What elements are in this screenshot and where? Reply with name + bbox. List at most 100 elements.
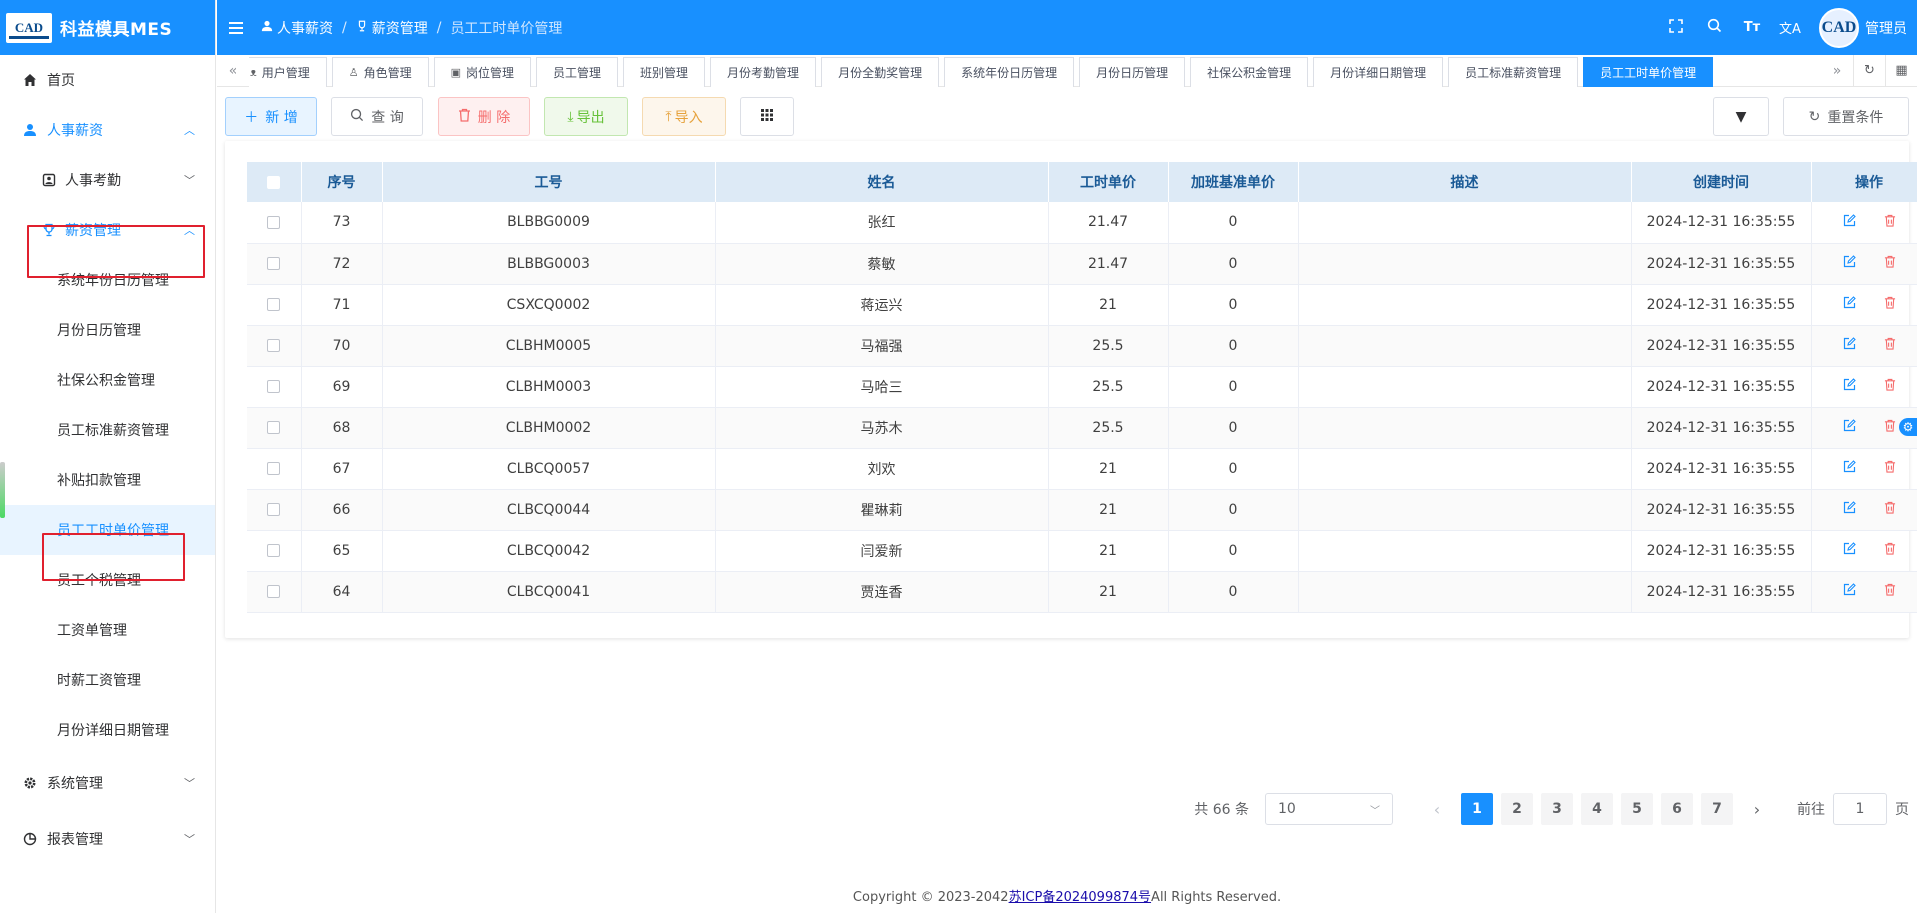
- column-header[interactable]: 序号: [301, 162, 383, 202]
- column-header[interactable]: 工时单价: [1048, 162, 1169, 202]
- sidebar-item-hr-payroll[interactable]: 人事薪资 ︿: [0, 105, 215, 155]
- trash-icon[interactable]: [1884, 460, 1896, 477]
- edit-icon[interactable]: [1843, 378, 1856, 395]
- table-row[interactable]: 71 CSXCQ0002 蒋运兴 21 0 2024-12-31 16:35:55: [247, 284, 1917, 326]
- edit-icon[interactable]: [1843, 255, 1856, 272]
- page-number[interactable]: 3: [1541, 793, 1573, 825]
- edit-icon[interactable]: [1843, 419, 1856, 436]
- edit-icon[interactable]: [1843, 296, 1856, 313]
- next-page-icon[interactable]: ›: [1742, 800, 1772, 819]
- column-header[interactable]: 描述: [1298, 162, 1632, 202]
- sidebar-item-standard-salary[interactable]: 员工标准薪资管理: [0, 405, 215, 455]
- settings-gear-icon[interactable]: ⚙: [1899, 418, 1917, 436]
- sidebar-item-hr-attendance[interactable]: 人事考勤 ﹀: [0, 155, 215, 205]
- tab-employee-management[interactable]: 员工管理: [536, 56, 619, 87]
- edit-icon[interactable]: [1843, 337, 1856, 354]
- trash-icon[interactable]: [1884, 419, 1896, 436]
- sidebar-item-reports[interactable]: 报表管理 ﹀: [0, 811, 215, 867]
- trash-icon[interactable]: [1884, 583, 1896, 600]
- trash-icon[interactable]: [1884, 542, 1896, 559]
- user-name[interactable]: 管理员: [1865, 18, 1907, 38]
- tab-shift-management[interactable]: 班别管理: [623, 56, 706, 87]
- sidebar-item-payslip[interactable]: 工资单管理: [0, 605, 215, 655]
- grid-menu-icon[interactable]: ▦: [1885, 55, 1917, 86]
- sidebar-item-home[interactable]: 首页: [0, 55, 215, 105]
- page-number[interactable]: 2: [1501, 793, 1533, 825]
- edit-icon[interactable]: [1843, 460, 1856, 477]
- row-checkbox[interactable]: [247, 202, 302, 244]
- search-icon[interactable]: [1695, 18, 1733, 37]
- row-checkbox[interactable]: [247, 407, 302, 449]
- row-checkbox[interactable]: [247, 530, 302, 572]
- refresh-icon[interactable]: ↻: [1853, 55, 1885, 86]
- fullscreen-icon[interactable]: [1657, 18, 1695, 37]
- page-number[interactable]: 4: [1581, 793, 1613, 825]
- tab-monthly-full-attendance[interactable]: 月份全勤奖管理: [821, 56, 940, 87]
- tab-role-management[interactable]: ♙ 角色管理: [331, 56, 429, 87]
- column-header[interactable]: 加班基准单价: [1168, 162, 1299, 202]
- tab-standard-salary[interactable]: 员工标准薪资管理: [1448, 56, 1579, 87]
- goto-page-input[interactable]: 1: [1833, 793, 1887, 825]
- page-size-select[interactable]: 10 ﹀: [1265, 793, 1393, 825]
- page-number[interactable]: 1: [1461, 793, 1493, 825]
- translate-icon[interactable]: 文A: [1771, 18, 1809, 37]
- trash-icon[interactable]: [1884, 501, 1896, 518]
- font-size-icon[interactable]: Tт: [1733, 20, 1771, 35]
- table-row[interactable]: 65 CLBCQ0042 闫爱新 21 0 2024-12-31 16:35:55: [247, 530, 1917, 572]
- row-checkbox[interactable]: [247, 571, 302, 613]
- tab-monthly-attendance[interactable]: 月份考勤管理: [710, 56, 817, 87]
- filter-dropdown-button[interactable]: ▼: [1713, 97, 1769, 136]
- trash-icon[interactable]: [1884, 378, 1896, 395]
- trash-icon[interactable]: [1884, 337, 1896, 354]
- import-button[interactable]: ⤒ 导入: [642, 97, 726, 136]
- edit-icon[interactable]: [1843, 583, 1856, 600]
- table-row[interactable]: 70 CLBHM0005 马福强 25.5 0 2024-12-31 16:35:55: [247, 325, 1917, 367]
- edit-icon[interactable]: [1843, 501, 1856, 518]
- sidebar-item-allowance-deduction[interactable]: 补贴扣款管理: [0, 455, 215, 505]
- table-row[interactable]: 69 CLBHM0003 马哈三 25.5 0 2024-12-31 16:35:55: [247, 366, 1917, 408]
- delete-button[interactable]: 删 除: [438, 97, 530, 136]
- table-row[interactable]: 72 BLBBG0003 蔡敏 21.47 0 2024-12-31 16:35:55: [247, 243, 1917, 285]
- table-row[interactable]: 66 CLBCQ0044 瞿琳莉 21 0 2024-12-31 16:35:55: [247, 489, 1917, 531]
- tab-post-management[interactable]: ▣ 岗位管理: [433, 56, 532, 87]
- sidebar-item-social-security[interactable]: 社保公积金管理: [0, 355, 215, 405]
- row-checkbox[interactable]: [247, 243, 302, 285]
- add-button[interactable]: ＋ 新 增: [225, 97, 317, 136]
- page-number[interactable]: 7: [1701, 793, 1733, 825]
- trash-icon[interactable]: [1884, 255, 1896, 272]
- reset-conditions-button[interactable]: ↻ 重置条件: [1783, 97, 1909, 136]
- row-checkbox[interactable]: [247, 284, 302, 326]
- row-checkbox[interactable]: [247, 366, 302, 408]
- column-settings-button[interactable]: [740, 97, 794, 136]
- tab-hourly-rate[interactable]: 员工工时单价管理: [1583, 56, 1714, 87]
- tab-month-calendar[interactable]: 月份日历管理: [1079, 56, 1186, 87]
- avatar[interactable]: CAD: [1819, 7, 1859, 48]
- query-button[interactable]: 查 询: [331, 97, 423, 136]
- sidebar-item-month-calendar[interactable]: 月份日历管理: [0, 305, 215, 355]
- table-row[interactable]: 68 CLBHM0002 马苏木 25.5 0 2024-12-31 16:35:55: [247, 407, 1917, 449]
- sidebar-item-month-detail-dates[interactable]: 月份详细日期管理: [0, 705, 215, 755]
- export-button[interactable]: ⤓ 导出: [544, 97, 628, 136]
- row-checkbox[interactable]: [247, 489, 302, 531]
- sidebar-item-system[interactable]: 系统管理 ﹀: [0, 755, 215, 811]
- hamburger-icon[interactable]: [229, 19, 243, 37]
- trash-icon[interactable]: [1884, 214, 1896, 231]
- row-checkbox[interactable]: [247, 448, 302, 490]
- trash-icon[interactable]: [1884, 296, 1896, 313]
- icp-link[interactable]: 苏ICP备2024099874号: [1009, 890, 1151, 905]
- tabs-scroll-left-icon[interactable]: «: [217, 55, 249, 86]
- table-row[interactable]: 67 CLBCQ0057 刘欢 21 0 2024-12-31 16:35:55: [247, 448, 1917, 490]
- prev-page-icon[interactable]: ‹: [1422, 800, 1452, 819]
- tab-social-security[interactable]: 社保公积金管理: [1190, 56, 1309, 87]
- breadcrumb-item[interactable]: 薪资管理: [372, 18, 428, 38]
- tab-month-detail-dates[interactable]: 月份详细日期管理: [1313, 56, 1444, 87]
- sidebar-scrollbar[interactable]: [0, 462, 5, 518]
- tab-system-year-calendar[interactable]: 系统年份日历管理: [944, 56, 1075, 87]
- column-header[interactable]: 工号: [382, 162, 716, 202]
- column-header[interactable]: 姓名: [715, 162, 1049, 202]
- column-header[interactable]: 创建时间: [1631, 162, 1812, 202]
- edit-icon[interactable]: [1843, 213, 1856, 231]
- table-row[interactable]: 73 BLBBG0009 张红 21.47 0 2024-12-31 16:35:55: [247, 202, 1917, 244]
- tab-user-management[interactable]: ᴥ 用户管理: [249, 56, 327, 87]
- tabs-scroll-right-icon[interactable]: »: [1821, 55, 1853, 86]
